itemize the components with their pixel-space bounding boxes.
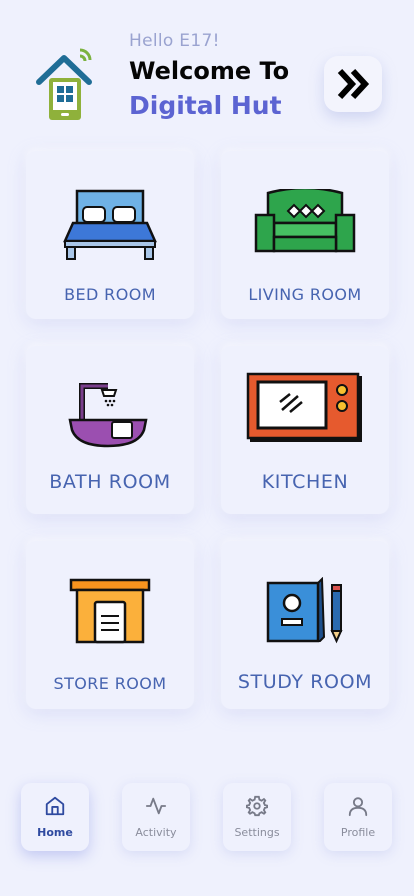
room-label: LIVING ROOM [248,285,362,304]
bed-icon [63,189,157,260]
nav-profile[interactable]: Profile [324,783,392,851]
greeting-text: Hello E17! [129,31,220,51]
bathtub-icon [68,383,148,448]
room-card-store-room[interactable]: STORE ROOM [26,541,194,709]
nav-activity[interactable]: Activity [122,783,190,851]
home-icon [45,796,65,816]
next-button[interactable] [324,56,382,112]
nav-label: Settings [234,826,280,839]
room-card-study-room[interactable]: STUDY ROOM [221,541,389,709]
room-label: BATH ROOM [49,471,171,493]
room-label: STORE ROOM [53,674,167,693]
nav-label: Activity [135,826,177,839]
sofa-icon [254,189,356,253]
header: Hello E17! Welcome To Digital Hut [0,0,414,140]
room-label: STUDY ROOM [237,671,373,693]
room-label: KITCHEN [261,471,349,493]
nav-label: Home [37,826,73,839]
room-card-bed-room[interactable]: BED ROOM [26,151,194,319]
user-icon [348,797,368,817]
microwave-icon [246,372,362,442]
nav-home[interactable]: Home [21,783,89,851]
activity-icon [145,797,167,815]
smart-home-logo-icon [36,48,92,120]
room-card-kitchen[interactable]: KITCHEN [221,346,389,514]
nav-label: Profile [340,826,376,839]
room-card-living-room[interactable]: LIVING ROOM [221,151,389,319]
storage-icon [69,578,151,644]
room-card-bath-room[interactable]: BATH ROOM [26,346,194,514]
book-icon [266,577,343,644]
double-chevron-right-icon [337,68,370,100]
gear-icon [246,795,268,817]
brand-name: Digital Hut [129,91,282,120]
welcome-title: Welcome To [129,57,290,85]
nav-settings[interactable]: Settings [223,783,291,851]
room-label: BED ROOM [64,285,156,304]
